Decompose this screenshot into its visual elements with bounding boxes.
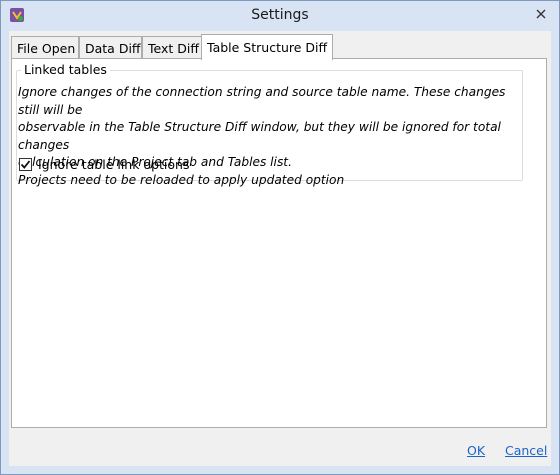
ok-button[interactable]: OK: [467, 443, 485, 458]
description-line: observable in the Table Structure Diff w…: [18, 120, 501, 152]
ignore-link-options-row[interactable]: Ignore table link options: [19, 157, 189, 172]
close-button[interactable]: [527, 3, 555, 25]
tab-panel: Linked tables Ignore changes of the conn…: [11, 58, 547, 428]
tab-table-structure-diff[interactable]: Table Structure Diff: [201, 34, 333, 60]
tab-data-diff[interactable]: Data Diff: [79, 36, 142, 58]
group-description: Ignore changes of the connection string …: [18, 84, 522, 189]
tab-file-open[interactable]: File Open: [11, 36, 79, 58]
ignore-link-options-label[interactable]: Ignore table link options: [38, 157, 189, 172]
close-icon: [536, 9, 546, 19]
cancel-button[interactable]: Cancel: [505, 443, 547, 458]
window-title: Settings: [251, 7, 309, 23]
group-title: Linked tables: [21, 62, 110, 77]
linked-tables-group: Linked tables Ignore changes of the conn…: [16, 62, 523, 187]
title-bar[interactable]: Settings: [1, 1, 559, 31]
description-line: Projects need to be reloaded to apply up…: [18, 172, 345, 187]
tab-text-diff[interactable]: Text Diff: [142, 36, 202, 58]
settings-window: Settings File Open Data Diff Text Diff T…: [0, 0, 560, 475]
dialog-client-area: File Open Data Diff Text Diff Table Stru…: [9, 31, 551, 466]
checkmark-icon: [20, 160, 31, 169]
ignore-link-options-checkbox[interactable]: [19, 158, 32, 171]
description-line: Ignore changes of the connection string …: [18, 85, 506, 117]
